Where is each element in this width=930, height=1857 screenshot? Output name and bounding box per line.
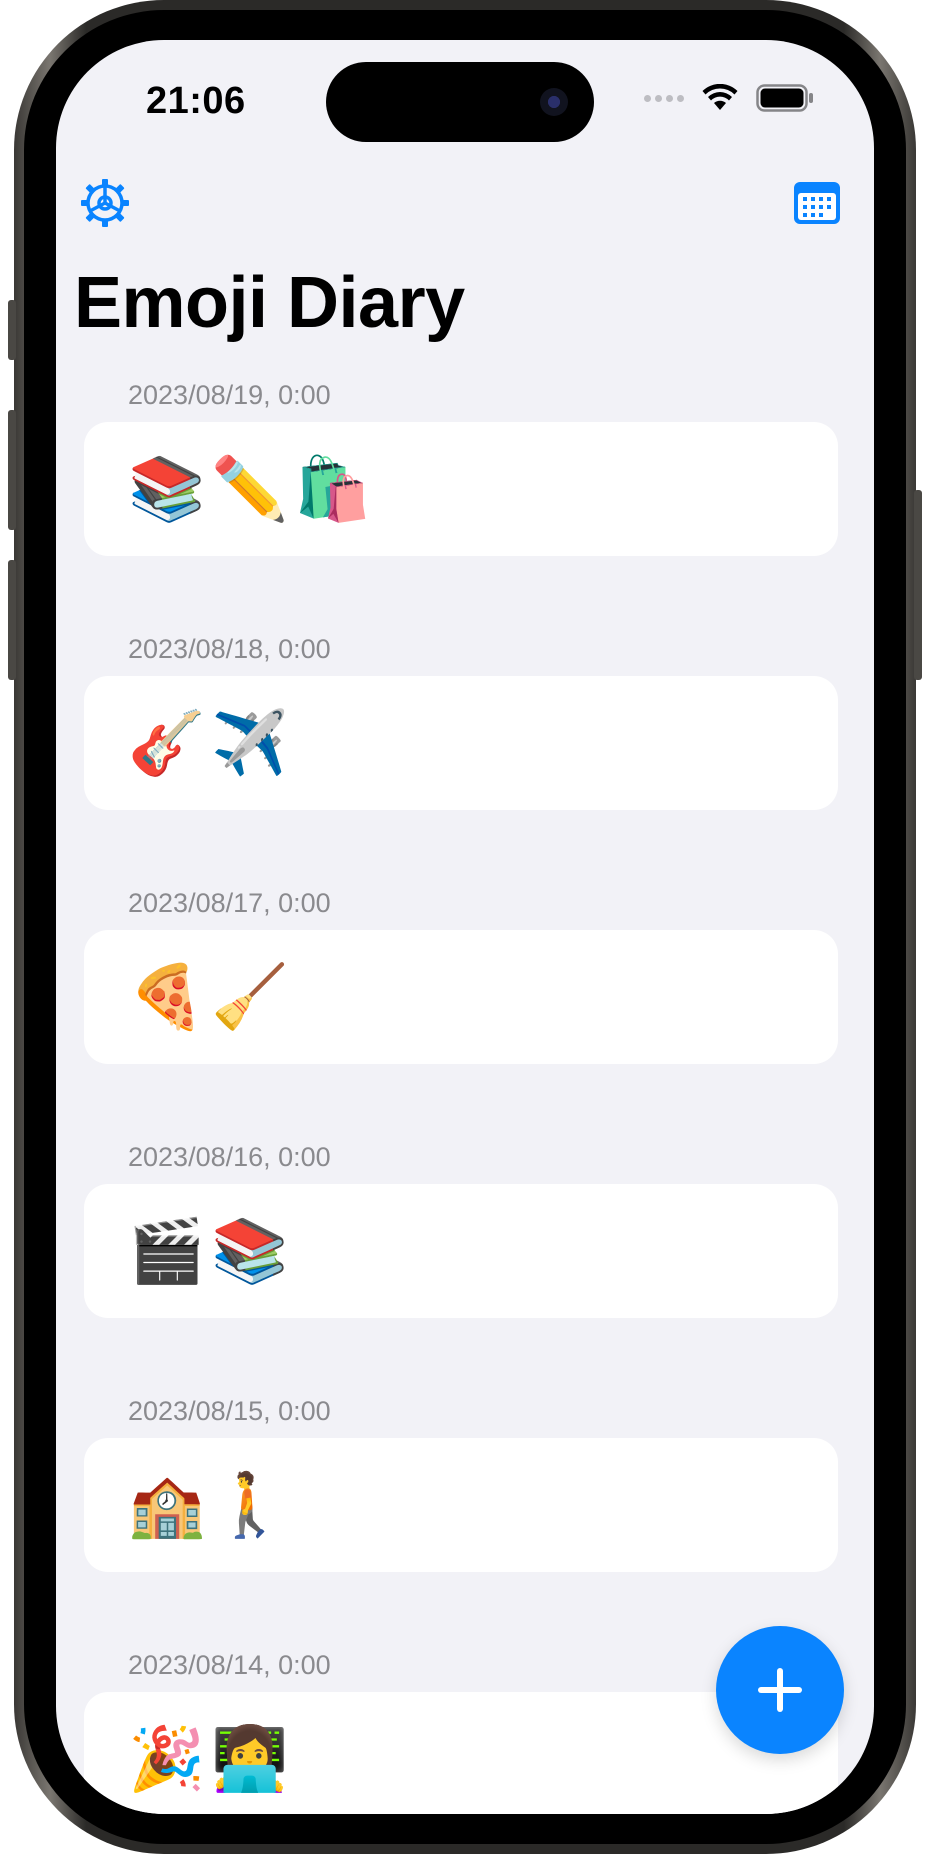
gear-icon — [81, 179, 129, 227]
status-icons — [644, 84, 814, 112]
app-screen: 21:06 Emoji Diary 2023/08/19, 0:00 📚✏️🛍️… — [56, 40, 874, 1814]
entry-emojis: 🎸✈️ — [128, 706, 295, 779]
front-camera — [540, 88, 568, 116]
calendar-button[interactable] — [790, 176, 844, 230]
action-button — [8, 300, 16, 360]
volume-down-button — [8, 560, 16, 680]
settings-button[interactable] — [78, 176, 132, 230]
entry-emojis: 🏫🚶 — [128, 1468, 295, 1541]
entry-emojis: 🎬📚 — [128, 1214, 295, 1287]
status-time: 21:06 — [146, 80, 246, 122]
entry-date: 2023/08/16, 0:00 — [128, 1142, 331, 1172]
entry-date: 2023/08/15, 0:00 — [128, 1396, 331, 1426]
diary-list[interactable]: 2023/08/19, 0:00 📚✏️🛍️ 2023/08/18, 0:00 … — [84, 380, 838, 1814]
entry-date: 2023/08/18, 0:00 — [128, 634, 331, 664]
entry-card[interactable]: 🎸✈️ — [84, 676, 838, 810]
add-entry-button[interactable] — [716, 1626, 844, 1754]
diary-entry: 2023/08/17, 0:00 🍕🧹 — [84, 888, 838, 1142]
diary-entry: 2023/08/16, 0:00 🎬📚 — [84, 1142, 838, 1396]
page-title: Emoji Diary — [74, 263, 465, 343]
diary-entry: 2023/08/19, 0:00 📚✏️🛍️ — [84, 380, 838, 634]
entry-emojis: 📚✏️🛍️ — [128, 452, 378, 525]
signal-dots-icon — [644, 94, 684, 102]
volume-up-button — [8, 410, 16, 530]
battery-icon — [756, 84, 813, 112]
entry-card[interactable]: 🎬📚 — [84, 1184, 838, 1318]
calendar-icon — [794, 182, 840, 224]
entry-card[interactable]: 🍕🧹 — [84, 930, 838, 1064]
entry-card[interactable]: 📚✏️🛍️ — [84, 422, 838, 556]
entry-date: 2023/08/19, 0:00 — [128, 380, 331, 410]
entry-emojis: 🎉👩‍💻 — [128, 1722, 295, 1795]
entry-emojis: 🍕🧹 — [128, 960, 295, 1033]
wifi-icon — [702, 84, 738, 110]
entry-card[interactable]: 🏫🚶 — [84, 1438, 838, 1572]
power-button — [914, 490, 922, 680]
plus-icon — [758, 1668, 802, 1712]
diary-entry: 2023/08/18, 0:00 🎸✈️ — [84, 634, 838, 888]
entry-date: 2023/08/17, 0:00 — [128, 888, 331, 918]
diary-entry: 2023/08/15, 0:00 🏫🚶 — [84, 1396, 838, 1650]
entry-date: 2023/08/14, 0:00 — [128, 1650, 331, 1680]
dynamic-island — [326, 62, 594, 142]
